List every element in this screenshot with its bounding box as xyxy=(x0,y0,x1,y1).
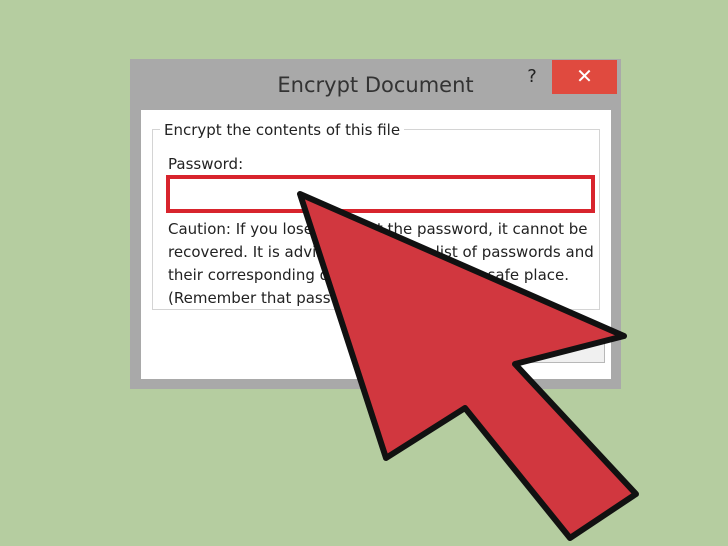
groupbox-label: Encrypt the contents of this file xyxy=(160,121,405,139)
ok-button[interactable]: OK xyxy=(370,333,480,363)
caution-text: Caution: If you lose or forget the passw… xyxy=(168,218,598,310)
caution-line: recovered. It is advisable to keep a lis… xyxy=(168,243,594,261)
password-field[interactable] xyxy=(166,175,595,213)
cancel-button[interactable]: Cancel xyxy=(497,333,605,363)
caution-line: Caution: If you lose or forget the passw… xyxy=(168,220,588,238)
caution-line: their corresponding document names in a … xyxy=(168,266,570,284)
password-label: Password: xyxy=(168,155,244,173)
help-button[interactable]: ? xyxy=(516,64,548,90)
close-button[interactable]: ✕ xyxy=(552,60,617,94)
caution-line: (Remember that passwords are case-sensit… xyxy=(168,289,527,307)
